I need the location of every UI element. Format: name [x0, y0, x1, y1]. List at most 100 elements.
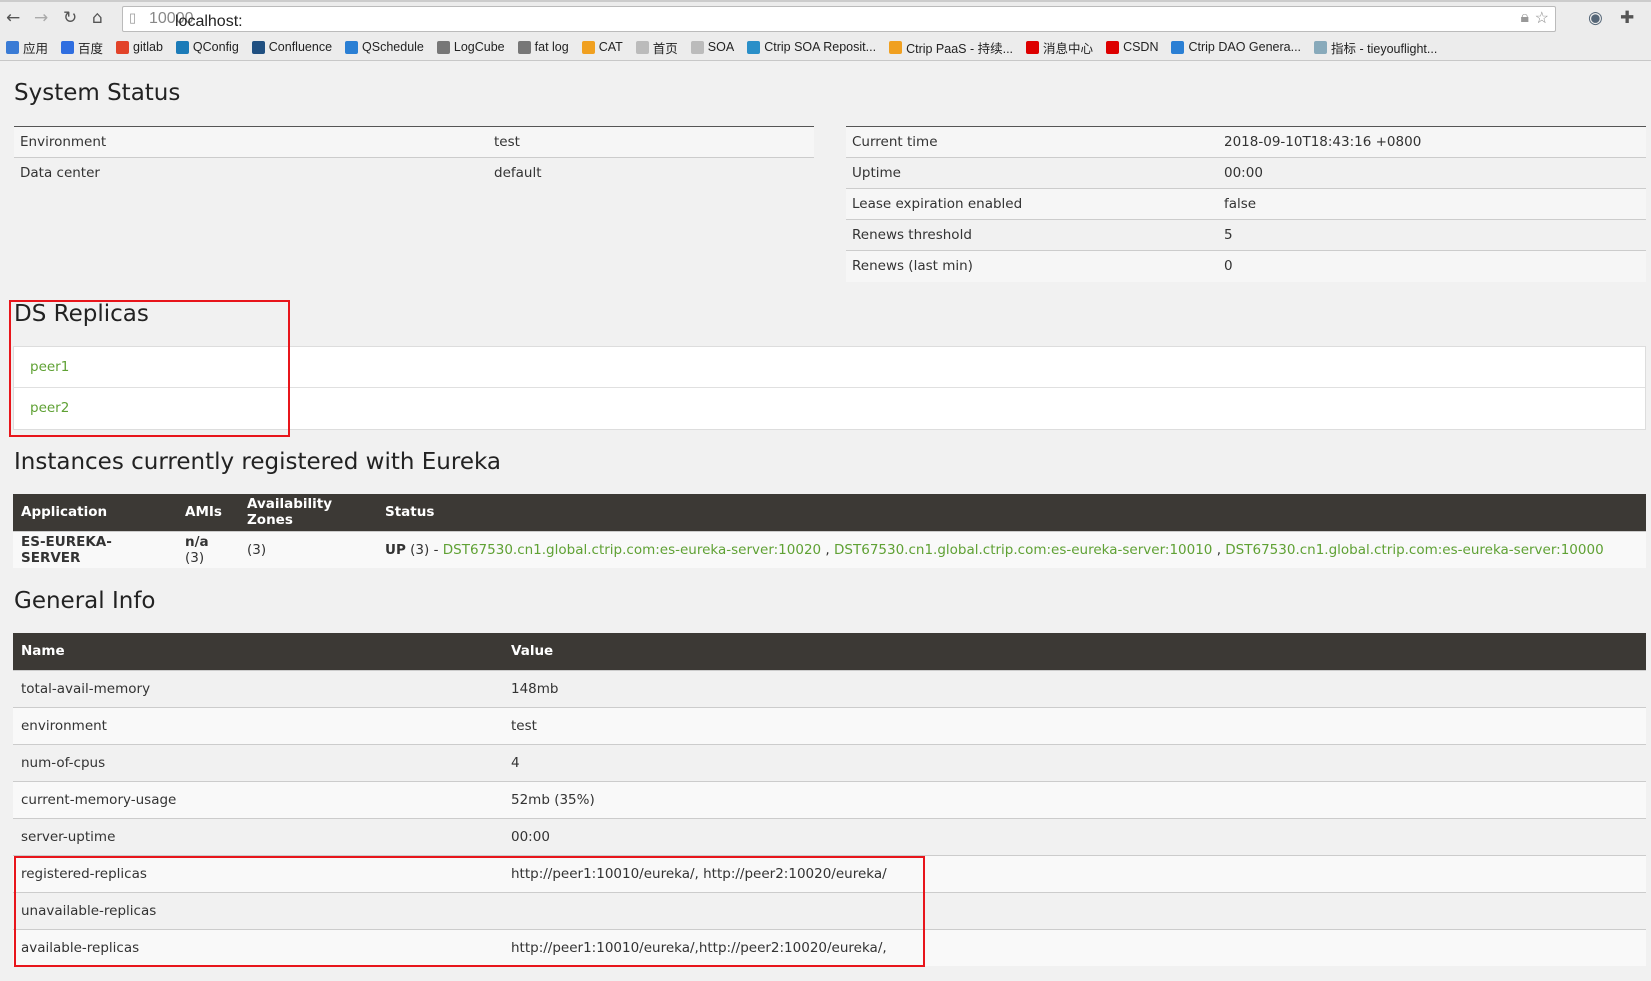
- row-value: 4: [503, 743, 1646, 781]
- table-row: Renews threshold 5: [846, 219, 1646, 251]
- bookmark-item[interactable]: CAT: [581, 40, 623, 54]
- status-sep: -: [429, 541, 443, 558]
- bookmark-label: gitlab: [133, 40, 163, 54]
- col-name: Name: [13, 633, 503, 670]
- bookmark-item[interactable]: QSchedule: [345, 40, 424, 54]
- dao-icon: [1171, 40, 1185, 54]
- row-key: Environment: [14, 126, 488, 158]
- amis-count: (3): [185, 549, 205, 566]
- status-cell: UP (3) - DST67530.cn1.global.ctrip.com:e…: [377, 530, 1646, 568]
- gitlab-icon: [116, 40, 130, 54]
- col-application: Application: [13, 494, 177, 531]
- bookmarks-bar: 应用 百度 gitlab QConfig Confluence QSchedule LogC…: [0, 34, 1651, 61]
- browser-toolbar: ← → ↻ ⌂ ▯ localhost: 10000 🔒︎ ☆ ◉ ✚: [0, 0, 1651, 34]
- row-value: 148mb: [503, 669, 1646, 707]
- bookmark-label: CSDN: [1123, 40, 1159, 54]
- instance-link[interactable]: DST67530.cn1.global.ctrip.com:es-eureka-…: [1225, 542, 1603, 558]
- bookmark-item[interactable]: gitlab: [116, 40, 163, 54]
- col-amis: AMIs: [177, 494, 239, 531]
- page-icon: [690, 40, 704, 54]
- row-value: default: [488, 157, 814, 189]
- bookmark-item[interactable]: 百度: [61, 38, 103, 57]
- bookmark-item[interactable]: 指标 - tieyouflight...: [1314, 38, 1437, 57]
- col-zones: Availability Zones: [239, 494, 377, 531]
- page-icon: ▯: [129, 10, 137, 25]
- bookmark-item[interactable]: QConfig: [175, 40, 239, 54]
- col-status: Status: [377, 494, 1646, 531]
- app-name: ES-EUREKA-SERVER: [13, 530, 177, 568]
- bookmark-item[interactable]: Ctrip DAO Genera...: [1171, 40, 1301, 54]
- bookmark-item[interactable]: 应用: [6, 38, 48, 57]
- table-row: Environment test: [14, 126, 814, 158]
- col-value: Value: [503, 633, 1646, 670]
- row-value: false: [1218, 188, 1646, 220]
- table-row: total-avail-memory 148mb: [13, 669, 1646, 707]
- zones-cell: (3): [239, 530, 377, 568]
- bookmark-label: SOA: [707, 40, 735, 54]
- page-icon: [635, 40, 649, 54]
- status-count: (3): [410, 541, 430, 558]
- bookmark-item[interactable]: CSDN: [1106, 40, 1158, 54]
- bookmark-item[interactable]: Ctrip SOA Reposit...: [747, 40, 876, 54]
- row-value: 5: [1218, 219, 1646, 251]
- bookmark-item[interactable]: fat log: [517, 40, 569, 54]
- signal-icon: [1314, 40, 1328, 54]
- row-value: 00:00: [503, 817, 1646, 855]
- home-icon[interactable]: ⌂: [92, 8, 103, 28]
- reload-icon[interactable]: ↻: [63, 8, 77, 28]
- general-info-title: General Info: [14, 588, 156, 614]
- bookmark-item[interactable]: 首页: [635, 38, 678, 57]
- row-key: Current time: [846, 126, 1218, 158]
- bookmark-label: 指标 - tieyouflight...: [1331, 41, 1438, 56]
- star-icon[interactable]: ☆: [1535, 8, 1549, 28]
- bookmark-item[interactable]: Confluence: [251, 40, 333, 54]
- table-row: ES-EUREKA-SERVER n/a (3) (3) UP (3) - DS…: [13, 530, 1646, 568]
- bookmark-label: 首页: [652, 41, 678, 56]
- row-key: Data center: [14, 157, 488, 189]
- table-row: Current time 2018-09-10T18:43:16 +0800: [846, 126, 1646, 158]
- row-value: 0: [1218, 250, 1646, 282]
- forward-icon[interactable]: →: [34, 8, 48, 28]
- status-up: UP: [385, 541, 406, 558]
- qconfig-icon: [175, 40, 189, 54]
- bookmark-label: fat log: [534, 40, 569, 54]
- row-key: environment: [13, 706, 503, 744]
- row-key: Renews threshold: [846, 219, 1218, 251]
- qschedule-icon: [345, 40, 359, 54]
- instance-link[interactable]: DST67530.cn1.global.ctrip.com:es-eureka-…: [834, 542, 1212, 558]
- row-value: 00:00: [1218, 157, 1646, 189]
- table-row: server-uptime 00:00: [13, 817, 1646, 855]
- row-key: Renews (last min): [846, 250, 1218, 282]
- back-icon[interactable]: ←: [6, 8, 20, 28]
- row-value: 2018-09-10T18:43:16 +0800: [1218, 126, 1646, 158]
- bookmark-label: 应用: [23, 41, 49, 56]
- extension-icon[interactable]: ◉: [1588, 8, 1603, 28]
- instances-table: Application AMIs Availability Zones Stat…: [13, 494, 1646, 568]
- bookmark-item[interactable]: LogCube: [436, 40, 505, 54]
- bookmark-item[interactable]: 消息中心: [1026, 38, 1093, 57]
- bookmark-label: Confluence: [268, 40, 333, 54]
- table-row: Lease expiration enabled false: [846, 188, 1646, 220]
- lock-icon: 🔒︎: [1520, 9, 1529, 26]
- bookmark-item[interactable]: Ctrip PaaS - 持续...: [889, 38, 1013, 57]
- ctrip-soa-icon: [747, 40, 761, 54]
- bookmark-label: 消息中心: [1043, 41, 1094, 56]
- system-status-title: System Status: [14, 80, 181, 106]
- c-icon: [1026, 40, 1040, 54]
- csdn-icon: [1106, 40, 1120, 54]
- puzzle-icon[interactable]: ✚: [1620, 8, 1634, 28]
- instance-link[interactable]: DST67530.cn1.global.ctrip.com:es-eureka-…: [443, 542, 821, 558]
- address-bar[interactable]: ▯ localhost: 10000 🔒︎ ☆: [122, 6, 1556, 32]
- row-value: 52mb (35%): [503, 780, 1646, 818]
- baidu-icon: [61, 40, 75, 54]
- fatlog-icon: [517, 40, 531, 54]
- row-value: test: [503, 706, 1646, 744]
- system-status-right-table: Current time 2018-09-10T18:43:16 +0800 Upt…: [846, 126, 1646, 282]
- highlight-box: [14, 856, 925, 967]
- bookmark-label: CAT: [598, 40, 623, 54]
- apps-icon: [6, 40, 19, 54]
- bookmark-label: Ctrip DAO Genera...: [1188, 40, 1302, 54]
- row-value: test: [488, 126, 814, 158]
- bookmark-item[interactable]: SOA: [690, 40, 735, 54]
- instances-title: Instances currently registered with Eure…: [14, 449, 501, 475]
